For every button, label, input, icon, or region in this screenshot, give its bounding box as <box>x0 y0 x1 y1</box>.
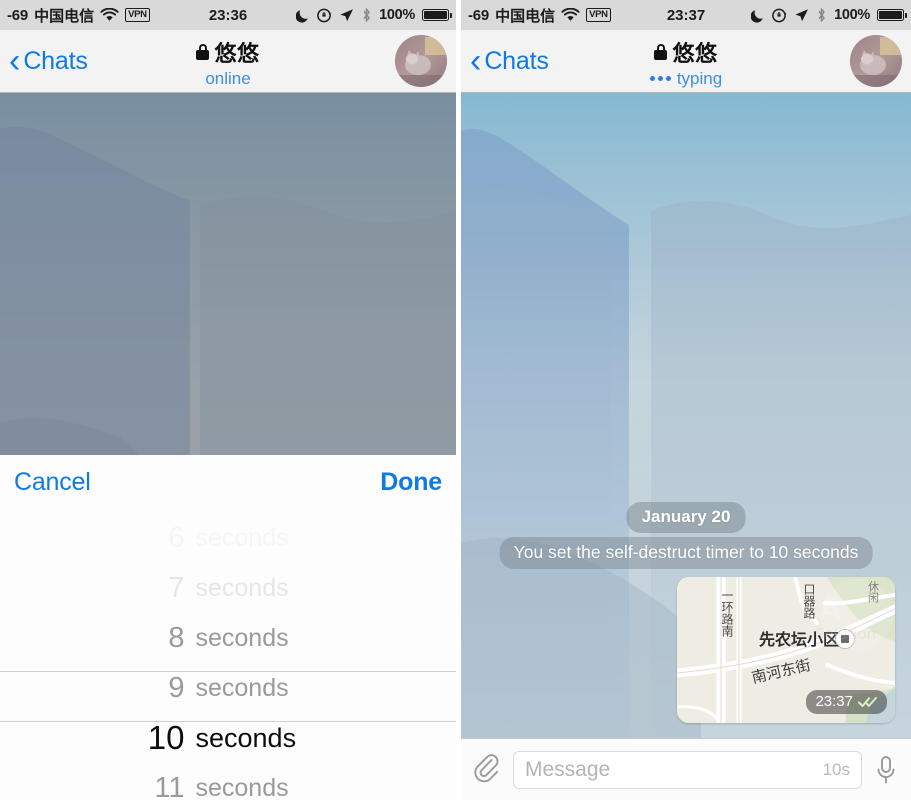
picker-row-number: 11 <box>154 771 185 800</box>
picker-row[interactable]: 9 seconds <box>0 663 456 713</box>
rotation-lock-icon <box>317 8 332 23</box>
self-destruct-timer-badge[interactable]: 10s <box>823 760 850 780</box>
contact-status: typing <box>676 69 723 88</box>
svg-text:口器路: 口器路 <box>802 583 816 620</box>
contact-name: 悠悠 <box>214 41 260 66</box>
picker-row[interactable]: 7 seconds <box>0 563 456 613</box>
phone-screen-right: -69 中国电信 VPN 23:37 100% ‹ Chats 悠悠 typin… <box>461 0 911 800</box>
service-message: You set the self-destruct timer to 10 se… <box>499 537 873 569</box>
picker-row-unit: seconds <box>195 722 297 753</box>
lock-icon <box>196 44 210 60</box>
screenshot-root: -69 中国电信 VPN 23:36 100% ‹ Chats 悠悠 onlin… <box>0 0 911 800</box>
timer-picker-wheel[interactable]: 6 seconds 7 seconds 8 seconds 9 seconds 10 second… <box>0 510 456 800</box>
svg-text:休闲: 休闲 <box>867 581 880 603</box>
picker-row-unit: seconds <box>195 673 289 702</box>
back-button-label: Chats <box>23 46 88 75</box>
message-input-bar: Message 10s <box>461 738 911 800</box>
vpn-badge: VPN <box>125 7 150 23</box>
contact-title-row: 悠悠 <box>196 36 259 68</box>
battery-full-icon <box>422 9 452 21</box>
status-left-group: -69 中国电信 VPN <box>468 5 611 26</box>
back-to-chats-button[interactable]: ‹ Chats <box>470 42 549 80</box>
picker-row-number: 7 <box>168 571 185 604</box>
chevron-left-icon: ‹ <box>9 42 21 80</box>
battery-percent: 100% <box>834 7 870 23</box>
nav-bar-left: ‹ Chats 悠悠 online <box>0 30 456 93</box>
message-input-field[interactable]: Message 10s <box>513 750 862 789</box>
paperclip-icon[interactable] <box>474 754 501 785</box>
map-location-message[interactable]: 一环路南 口器路 休闲 先农坛小区 南河东街 A Solution 23:37 <box>677 577 895 723</box>
picker-row-number: 9 <box>168 671 185 704</box>
back-button-label: Chats <box>484 46 549 75</box>
chevron-left-icon: ‹ <box>470 42 482 80</box>
moon-icon <box>750 8 765 23</box>
svg-text:一环路南: 一环路南 <box>720 589 734 637</box>
bluetooth-icon <box>816 7 827 23</box>
location-arrow-icon <box>339 8 354 23</box>
battery-percent: 100% <box>379 7 415 23</box>
contact-avatar[interactable] <box>395 35 447 87</box>
picker-row-unit: seconds <box>195 773 289 800</box>
picker-row-number: 10 <box>147 719 185 756</box>
message-placeholder: Message <box>525 757 611 781</box>
status-right-group: 100% <box>750 7 907 23</box>
status-bar-right: -69 中国电信 VPN 23:37 100% <box>461 0 911 30</box>
picker-row-number: 8 <box>168 621 185 654</box>
lock-icon <box>654 44 668 60</box>
status-bar-left: -69 中国电信 VPN 23:36 100% <box>0 0 456 30</box>
carrier-name: 中国电信 <box>34 7 95 25</box>
signal-strength: -69 <box>468 6 490 24</box>
status-left-group: -69 中国电信 VPN <box>7 5 150 26</box>
modal-dim-overlay[interactable] <box>0 93 456 455</box>
battery-full-icon <box>877 9 907 21</box>
message-timestamp-row: 23:37 <box>806 690 887 714</box>
double-check-icon <box>858 696 878 708</box>
cancel-button[interactable]: Cancel <box>14 468 91 497</box>
signal-strength: -69 <box>7 6 29 24</box>
wifi-icon <box>561 7 580 22</box>
nav-bar-right: ‹ Chats 悠悠 typing <box>461 30 911 93</box>
rotation-lock-icon <box>772 8 787 23</box>
phone-screen-left: -69 中国电信 VPN 23:36 100% ‹ Chats 悠悠 onlin… <box>0 0 456 800</box>
contact-title-row: 悠悠 <box>654 36 717 68</box>
picker-row-unit: seconds <box>195 623 289 652</box>
picker-row-unit: seconds <box>195 523 289 552</box>
moon-icon <box>295 8 310 23</box>
picker-row-number: 6 <box>168 521 185 554</box>
back-to-chats-button[interactable]: ‹ Chats <box>9 42 88 80</box>
date-separator: January 20 <box>626 502 746 533</box>
contact-avatar[interactable] <box>850 35 902 87</box>
contact-status: online <box>205 69 251 88</box>
microphone-icon[interactable] <box>874 754 898 786</box>
bluetooth-icon <box>361 7 372 23</box>
wifi-icon <box>100 7 119 22</box>
contact-name: 悠悠 <box>672 41 718 66</box>
picker-row-selected[interactable]: 10 seconds <box>0 713 456 763</box>
location-arrow-icon <box>794 8 809 23</box>
picker-row[interactable]: 11 seconds <box>0 763 456 800</box>
message-time: 23:37 <box>815 693 853 710</box>
picker-row[interactable]: 6 seconds <box>0 513 456 563</box>
status-right-group: 100% <box>295 7 452 23</box>
message-list: January 20 You set the self-destruct tim… <box>461 93 911 738</box>
carrier-name: 中国电信 <box>495 7 556 25</box>
picker-row[interactable]: 8 seconds <box>0 613 456 663</box>
self-destruct-timer-picker: Cancel Done 6 seconds 7 seconds 8 seconds 9 sec… <box>0 455 456 800</box>
typing-status-row: typing <box>649 68 723 89</box>
vpn-badge: VPN <box>586 7 611 23</box>
typing-dots-icon <box>649 76 671 81</box>
picker-row-unit: seconds <box>195 573 289 602</box>
done-button[interactable]: Done <box>380 468 442 497</box>
chat-wallpaper-left <box>0 93 456 455</box>
svg-text:先农坛小区: 先农坛小区 <box>759 630 839 649</box>
picker-toolbar: Cancel Done <box>0 455 456 510</box>
